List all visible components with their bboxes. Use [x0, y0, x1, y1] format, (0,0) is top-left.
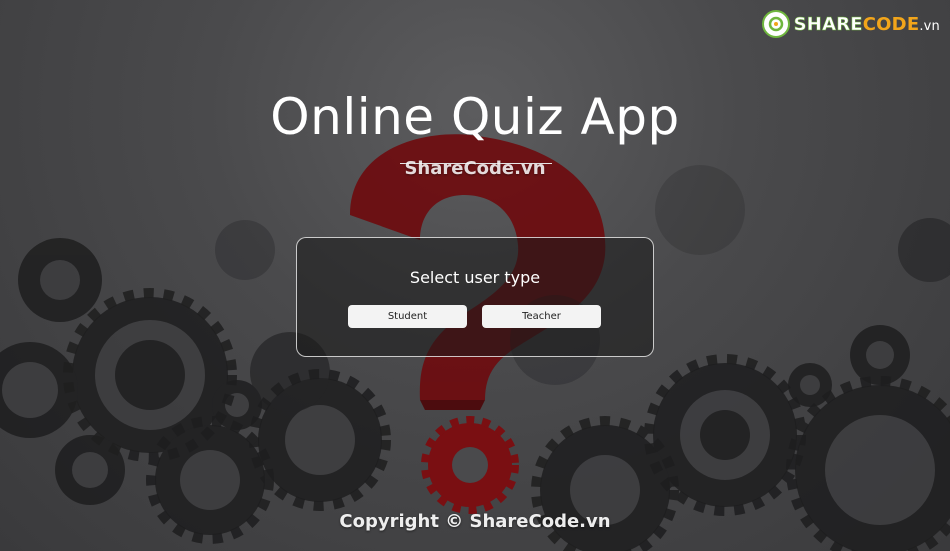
center-watermark-text: ShareCode.vn: [404, 158, 546, 179]
teacher-button[interactable]: Teacher: [482, 305, 601, 328]
user-type-heading: Select user type: [409, 268, 541, 287]
user-type-card: Select user type Student Teacher: [296, 237, 654, 357]
logo-vn-text: .vn: [919, 18, 940, 34]
app-stage: SHARECODE.vn Online Quiz App ShareCode.v…: [0, 0, 950, 551]
copyright-text: Copyright © ShareCode.vn: [339, 511, 611, 532]
sharecode-logo-text: SHARECODE.vn: [793, 13, 940, 35]
logo-code-text: CODE: [862, 13, 920, 35]
sharecode-logo: SHARECODE.vn: [761, 10, 940, 38]
student-button[interactable]: Student: [348, 305, 467, 328]
page-title: Online Quiz App: [270, 88, 680, 146]
sharecode-logo-icon: [761, 10, 790, 38]
logo-share-text: SHARE: [793, 13, 863, 35]
